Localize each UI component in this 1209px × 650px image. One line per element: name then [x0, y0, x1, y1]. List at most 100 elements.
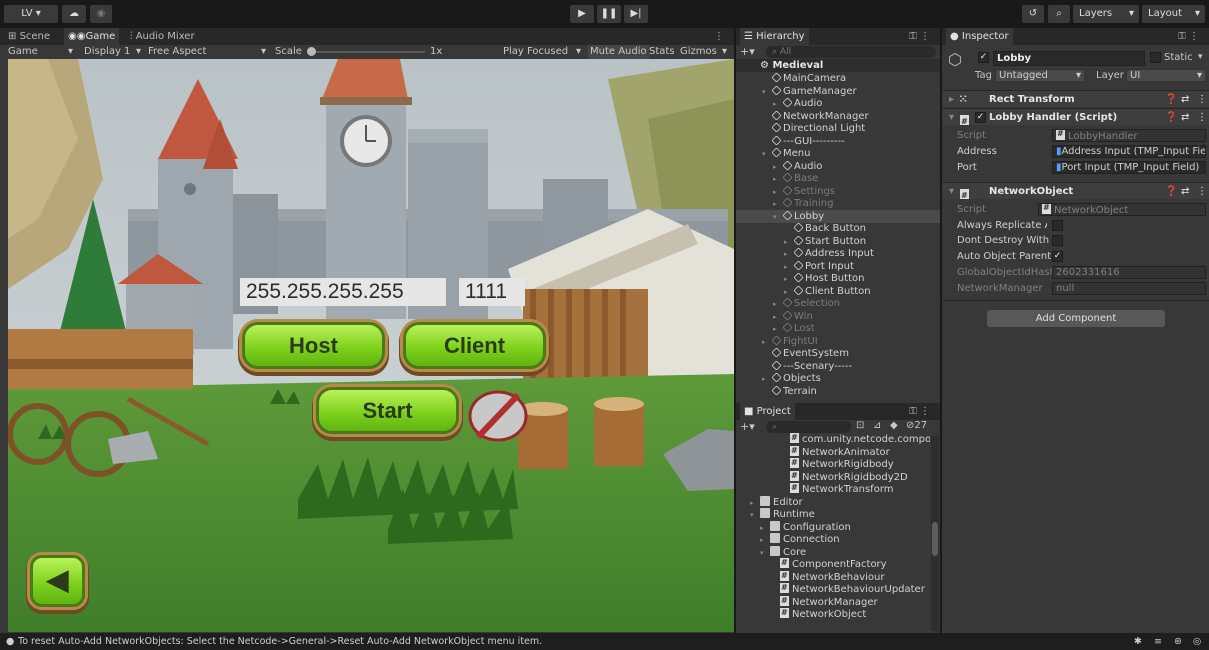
filter-type-icon[interactable]: ⊡	[856, 420, 864, 431]
hierarchy-item[interactable]: Directional Light	[736, 122, 940, 135]
play-focused-dropdown[interactable]: Play Focused	[503, 45, 568, 59]
project-item[interactable]: ▾ Runtime	[736, 508, 930, 521]
expand-arrow-icon[interactable]: ▸	[784, 236, 794, 248]
kebab-icon[interactable]: ⋮	[1197, 109, 1207, 126]
expand-arrow-icon[interactable]: ▸	[762, 373, 772, 385]
hierarchy-item[interactable]: ---GUI---------	[736, 134, 940, 148]
hierarchy-item[interactable]: ▾ Lobby	[736, 209, 940, 223]
bug-icon[interactable]: ✱	[1134, 633, 1142, 650]
preset-icon[interactable]: ⇄	[1181, 91, 1189, 108]
tab-scene[interactable]: ⊞ Scene	[4, 28, 54, 45]
lock-button[interactable]: ⚿ ⋮	[905, 403, 934, 420]
always-replicate-checkbox[interactable]	[1052, 220, 1063, 231]
project-item[interactable]: ▸ Configuration	[736, 520, 930, 534]
help-icon[interactable]: ❓	[1165, 91, 1177, 108]
favorite-icon[interactable]: ◆	[890, 420, 898, 431]
hierarchy-item[interactable]: ▸ Start Button	[736, 234, 940, 248]
game-viewport[interactable]: 255.255.255.255 1111 Host Client Start ◀	[8, 59, 734, 632]
expand-arrow-icon[interactable]: ▸	[773, 311, 783, 323]
account-dropdown[interactable]: LV ▾	[4, 5, 58, 23]
tab-inspector[interactable]: ● Inspector	[946, 28, 1013, 45]
hierarchy-item[interactable]: ---Scenary-----	[736, 359, 940, 373]
hierarchy-item[interactable]: ▸ Lost	[736, 322, 940, 335]
back-button[interactable]: ◀	[30, 555, 85, 607]
project-item[interactable]: NetworkBehaviourUpdater	[736, 583, 930, 596]
status-message[interactable]: To reset Auto-Add NetworkObjects: Select…	[18, 633, 542, 650]
project-scrollbar[interactable]	[931, 436, 939, 631]
project-item[interactable]: NetworkRigidbody	[736, 458, 930, 471]
hierarchy-item[interactable]: MainCamera	[736, 72, 940, 85]
tab-hierarchy[interactable]: ☰ Hierarchy	[740, 28, 809, 45]
preset-icon[interactable]: ⇄	[1181, 109, 1189, 126]
expand-arrow-icon[interactable]: ▸	[773, 198, 783, 210]
display-dropdown[interactable]: Display 1	[84, 45, 130, 59]
hierarchy-item[interactable]: ▸ Audio	[736, 97, 940, 110]
check-icon[interactable]: ◎	[1193, 633, 1201, 650]
expand-arrow-icon[interactable]: ▾	[762, 86, 772, 98]
play-button[interactable]: ▶	[570, 5, 594, 23]
project-search-input[interactable]: ⌕	[766, 421, 851, 433]
step-button[interactable]: ▶|	[624, 5, 648, 23]
hidden-packages-toggle[interactable]: ⊘27	[906, 420, 927, 431]
tab-audio-mixer[interactable]: ⫶ Audio Mixer	[126, 28, 199, 45]
hierarchy-item[interactable]: NetworkManager	[736, 109, 940, 123]
hierarchy-item[interactable]: ▾ GameManager	[736, 84, 940, 98]
expand-arrow-icon[interactable]: ▾	[750, 509, 760, 521]
project-item[interactable]: ▸ Connection	[736, 533, 930, 546]
view-mode-dropdown[interactable]: Game	[8, 45, 38, 59]
component-enabled-checkbox[interactable]: ✓	[975, 112, 986, 123]
aspect-dropdown[interactable]: Free Aspect	[148, 45, 206, 59]
auto-parent-checkbox[interactable]: ✓	[1052, 251, 1063, 262]
hierarchy-item[interactable]: ▸ Audio	[736, 159, 940, 173]
panel-menu-button[interactable]: ⋮	[710, 28, 728, 45]
host-button[interactable]: Host	[242, 322, 385, 369]
hierarchy-item[interactable]: ▸ Training	[736, 197, 940, 210]
search-button[interactable]: ⌕	[1048, 5, 1070, 23]
hierarchy-item[interactable]: Terrain	[736, 384, 940, 398]
kebab-icon[interactable]: ⋮	[1197, 91, 1207, 108]
gizmos-dropdown[interactable]: Gizmos	[680, 45, 717, 59]
project-item[interactable]: NetworkRigidbody2D	[736, 470, 930, 484]
expand-arrow-icon[interactable]: ▸	[760, 522, 770, 534]
expand-arrow-icon[interactable]: ▸	[750, 497, 760, 509]
project-item[interactable]: ▸ Editor	[736, 495, 930, 509]
expand-arrow-icon[interactable]: ▸	[760, 534, 770, 546]
expand-arrow-icon[interactable]: ▸	[784, 286, 794, 298]
hierarchy-item[interactable]: Back Button	[736, 222, 940, 235]
expand-arrow-icon[interactable]: ▸	[784, 248, 794, 260]
project-item[interactable]: ▾ Core	[736, 545, 930, 559]
project-item[interactable]: ComponentFactory	[736, 558, 930, 571]
expand-arrow-icon[interactable]: ▸	[773, 173, 783, 185]
hierarchy-item[interactable]: ▸ Base	[736, 172, 940, 185]
layout-dropdown[interactable]: Layout ▾	[1142, 5, 1205, 23]
preset-icon[interactable]: ⇄	[1181, 183, 1189, 200]
scene-header[interactable]: ⚙ Medieval	[736, 59, 940, 72]
address-object-field[interactable]: ▮Address Input (TMP_Input Fie	[1052, 145, 1206, 158]
expand-arrow-icon[interactable]: ▾	[762, 148, 772, 160]
lobby-handler-header[interactable]: ▾ ✓ Lobby Handler (Script) ❓ ⇄ ⋮	[943, 108, 1209, 130]
collab-button[interactable]: ◉	[90, 5, 112, 23]
add-button[interactable]: +▾	[740, 45, 755, 58]
help-icon[interactable]: ❓	[1165, 183, 1177, 200]
hierarchy-item[interactable]: ▸ Port Input	[736, 259, 940, 273]
hierarchy-search-input[interactable]: ⌕ All	[766, 46, 936, 58]
hierarchy-item[interactable]: EventSystem	[736, 347, 940, 360]
expand-arrow-icon[interactable]: ▸	[784, 261, 794, 273]
cloud-button[interactable]: ☁	[62, 5, 86, 23]
hierarchy-item[interactable]: ▾ Menu	[736, 147, 940, 160]
project-item[interactable]: NetworkTransform	[736, 483, 930, 496]
hierarchy-item[interactable]: ▸ Address Input	[736, 247, 940, 260]
add-component-button[interactable]: Add Component	[987, 310, 1165, 327]
mute-audio-toggle[interactable]: Mute Audio	[588, 45, 649, 59]
help-icon[interactable]: ❓	[1165, 109, 1177, 126]
tab-project[interactable]: ■ Project	[740, 403, 795, 420]
hierarchy-item[interactable]: ▸ Objects	[736, 372, 940, 385]
lock-button[interactable]: ⚿ ⋮	[1174, 28, 1203, 45]
tab-game[interactable]: ◉◉Game	[64, 28, 120, 45]
project-item[interactable]: NetworkBehaviour	[736, 570, 930, 584]
hierarchy-item[interactable]: ▸ Selection	[736, 297, 940, 310]
pause-button[interactable]: ❚❚	[597, 5, 621, 23]
expand-arrow-icon[interactable]: ▸	[773, 186, 783, 198]
lock-button[interactable]: ⚿ ⋮	[905, 28, 934, 45]
rect-transform-header[interactable]: ▸ ⁙ Rect Transform ❓ ⇄ ⋮	[943, 90, 1209, 107]
